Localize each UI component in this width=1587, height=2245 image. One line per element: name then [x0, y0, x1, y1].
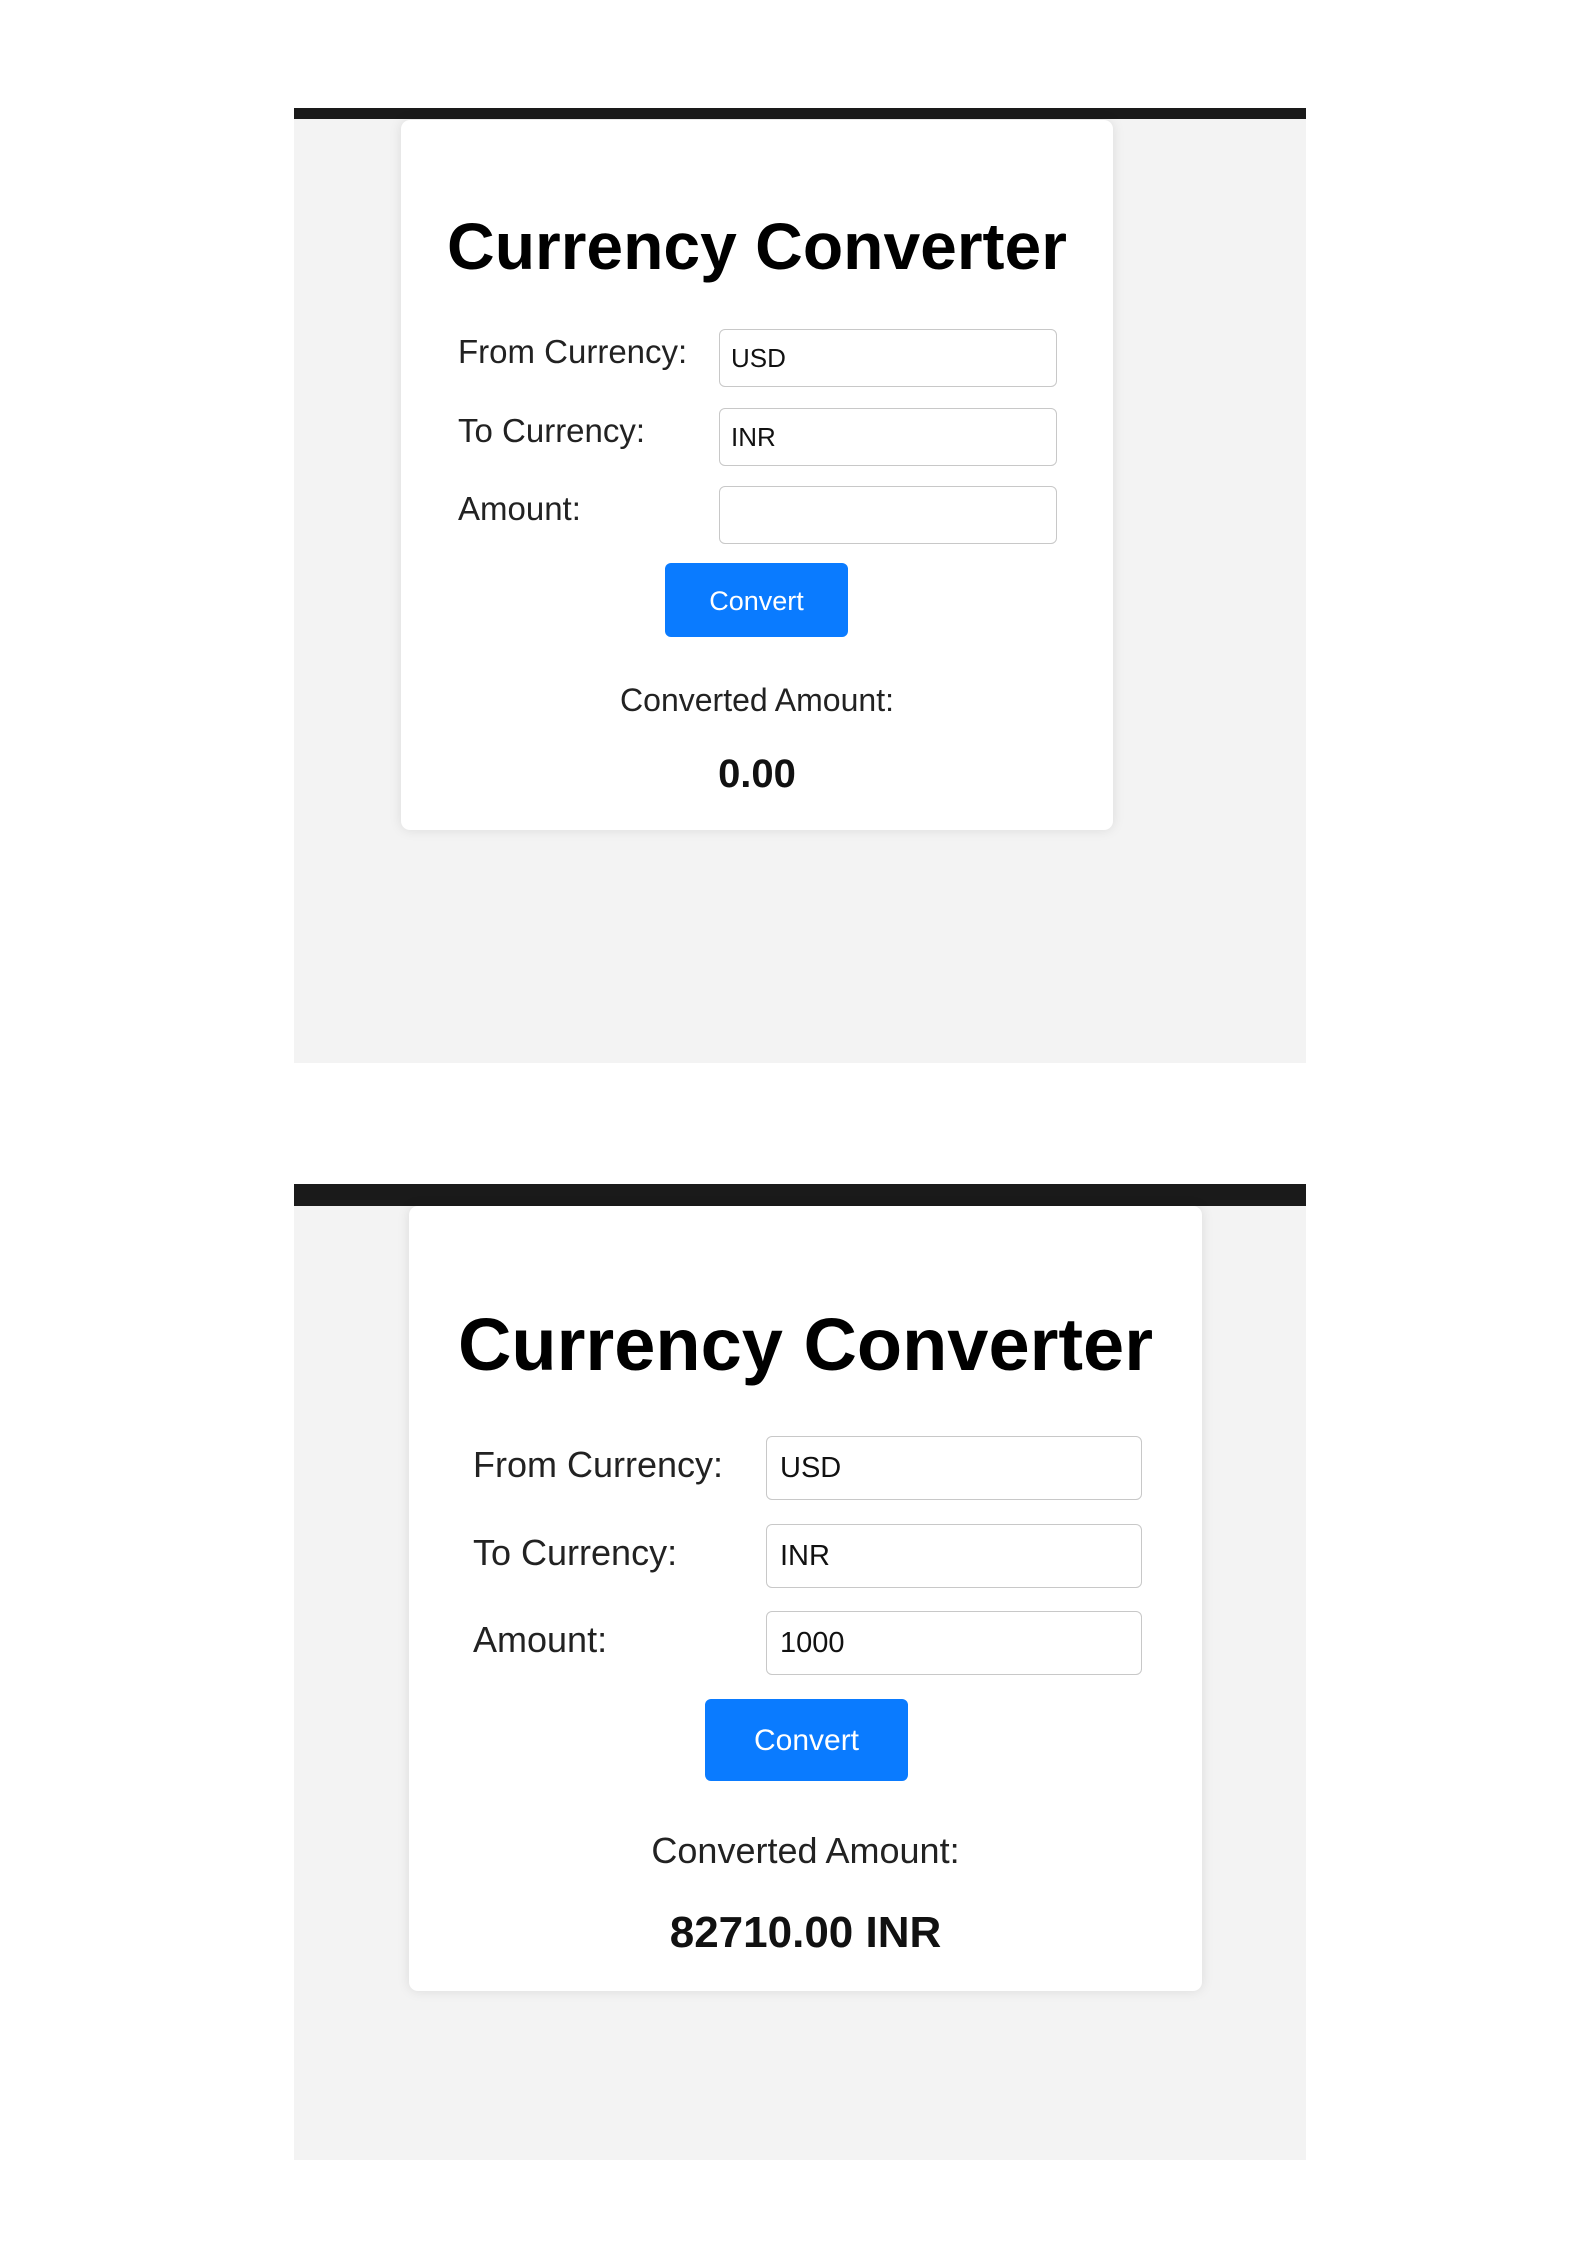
screenshot-initial-state: Currency Converter From Currency: To Cur… [294, 108, 1306, 1063]
from-currency-label: From Currency: [473, 1444, 724, 1485]
to-currency-input[interactable] [766, 1524, 1142, 1588]
document-page: Currency Converter From Currency: To Cur… [0, 0, 1587, 2245]
from-currency-input[interactable] [719, 329, 1057, 387]
convert-button[interactable]: Convert [665, 563, 848, 637]
converted-amount-value: 82710.00 INR [669, 1908, 942, 1957]
converted-amount-label: Converted Amount: [620, 682, 894, 718]
converter-card: Currency Converter From Currency: To Cur… [409, 1206, 1202, 1991]
converter-card: Currency Converter From Currency: To Cur… [401, 120, 1113, 830]
converted-amount-label: Converted Amount: [651, 1830, 960, 1871]
amount-input[interactable] [719, 486, 1057, 544]
convert-button[interactable]: Convert [705, 1699, 908, 1781]
amount-label: Amount: [473, 1619, 608, 1660]
converted-amount-value: 0.00 [718, 752, 796, 796]
amount-input[interactable] [766, 1611, 1142, 1675]
browser-top-bar [294, 108, 1306, 119]
to-currency-label: To Currency: [458, 412, 646, 449]
page-title: Currency Converter [447, 209, 1067, 283]
amount-label: Amount: [458, 490, 581, 527]
to-currency-input[interactable] [719, 408, 1057, 466]
from-currency-label: From Currency: [458, 333, 688, 370]
to-currency-label: To Currency: [473, 1532, 678, 1573]
browser-top-bar [294, 1184, 1306, 1206]
from-currency-input[interactable] [766, 1436, 1142, 1500]
page-title: Currency Converter [457, 1303, 1153, 1386]
screenshot-converted-state: Currency Converter From Currency: To Cur… [294, 1184, 1306, 2160]
